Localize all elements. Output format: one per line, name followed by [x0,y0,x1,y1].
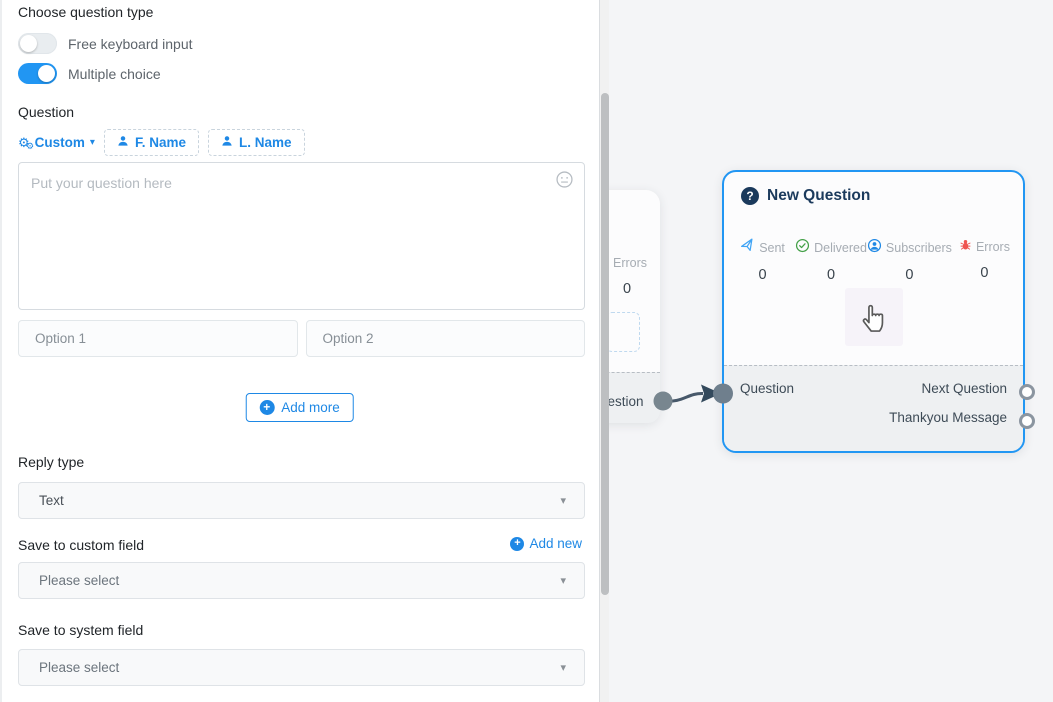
caret-down-icon: ▾ [560,661,566,674]
option-2-input[interactable] [306,320,586,357]
user-icon [221,135,233,150]
save-system-field-label: Save to system field [18,622,143,638]
add-new-label: Add new [529,536,582,551]
stat-errors-value: 0 [980,265,988,281]
stat-subscribers: Subscribers 0 [867,238,952,283]
output-port-next-question[interactable] [1019,384,1035,400]
user-icon [117,135,129,150]
first-name-button-label: F. Name [135,135,186,150]
stat-errors-label: Errors [976,240,1010,254]
add-new-custom-field-link[interactable]: + Add new [510,536,582,551]
option-1-input[interactable] [18,320,298,357]
plus-circle-icon: + [510,537,524,551]
last-name-merge-button[interactable]: L. Name [208,129,305,156]
multiple-choice-toggle-row: Multiple choice [18,63,161,84]
reply-type-label: Reply type [18,454,84,470]
caret-down-icon: ▾ [560,494,566,507]
stat-errors: Errors 0 [952,238,1017,283]
node-footer: Question Next Question Thankyou Message [724,365,1023,451]
flow-builder-screen: Errors 0 uestion ? New Question [0,0,1053,702]
save-custom-field-select[interactable]: Please select ▾ [18,562,585,599]
input-port-label: Question [740,381,794,396]
question-config-panel: Choose question type Free keyboard input… [0,0,600,702]
node-header: ? New Question [741,187,870,205]
custom-button-label: Custom [35,135,85,150]
question-section-label: Question [18,104,74,120]
question-circle-icon: ? [741,187,759,205]
node-title: New Question [767,187,870,205]
subscribers-icon [867,238,882,258]
send-icon [740,238,755,258]
hand-cursor [845,288,903,346]
stat-sent: Sent 0 [730,238,795,283]
free-keyboard-toggle-row: Free keyboard input [18,33,193,54]
system-field-value: Please select [39,660,560,675]
answer-options-row [18,320,585,357]
question-text-field-wrap [18,162,585,310]
last-name-button-label: L. Name [239,135,292,150]
multiple-choice-toggle-label: Multiple choice [68,66,161,82]
partial-node-option-placeholder [606,312,640,352]
add-more-label: Add more [281,400,340,415]
stat-delivered-label: Delivered [814,241,867,255]
free-keyboard-toggle-label: Free keyboard input [68,36,193,52]
merge-field-row: ⚙⚙ Custom ▾ F. Name L. Name [18,127,305,157]
output-port-label-thankyou: Thankyou Message [889,410,1007,425]
stat-subscribers-label: Subscribers [886,241,952,255]
free-keyboard-toggle[interactable] [18,33,57,54]
plus-circle-icon: + [259,400,274,415]
new-question-node[interactable]: ? New Question Sent 0 [722,170,1025,453]
check-circle-icon [795,238,810,258]
stat-sent-label: Sent [759,241,785,255]
question-text-input[interactable] [19,163,584,309]
node-stats: Sent 0 Delivered 0 [730,238,1017,283]
reply-type-select[interactable]: Text ▾ [18,482,585,519]
custom-field-value: Please select [39,573,560,588]
emoji-picker-icon[interactable] [555,170,574,194]
multiple-choice-toggle[interactable] [18,63,57,84]
gears-icon: ⚙⚙ [18,136,30,149]
save-system-field-select[interactable]: Please select ▾ [18,649,585,686]
add-more-button[interactable]: + Add more [245,393,354,422]
stat-subscribers-value: 0 [905,267,913,283]
first-name-merge-button[interactable]: F. Name [104,129,199,156]
caret-down-icon: ▾ [560,574,566,587]
scrollbar-thumb[interactable] [601,93,609,595]
save-custom-field-label: Save to custom field [18,537,144,553]
question-type-label: Choose question type [18,4,153,20]
stat-sent-value: 0 [759,267,767,283]
toggle-knob [38,65,55,82]
stat-delivered-value: 0 [827,267,835,283]
custom-field-dropdown-button[interactable]: ⚙⚙ Custom ▾ [18,135,95,150]
panel-scrollbar[interactable] [600,0,609,702]
caret-down-icon: ▾ [90,137,95,148]
output-port-thankyou-message[interactable] [1019,413,1035,429]
output-port-label-next-question: Next Question [921,381,1007,396]
reply-type-value: Text [39,493,560,508]
bug-icon [959,238,972,256]
partial-node-errors-label: Errors [613,256,647,270]
toggle-knob [20,35,37,52]
stat-delivered: Delivered 0 [795,238,867,283]
